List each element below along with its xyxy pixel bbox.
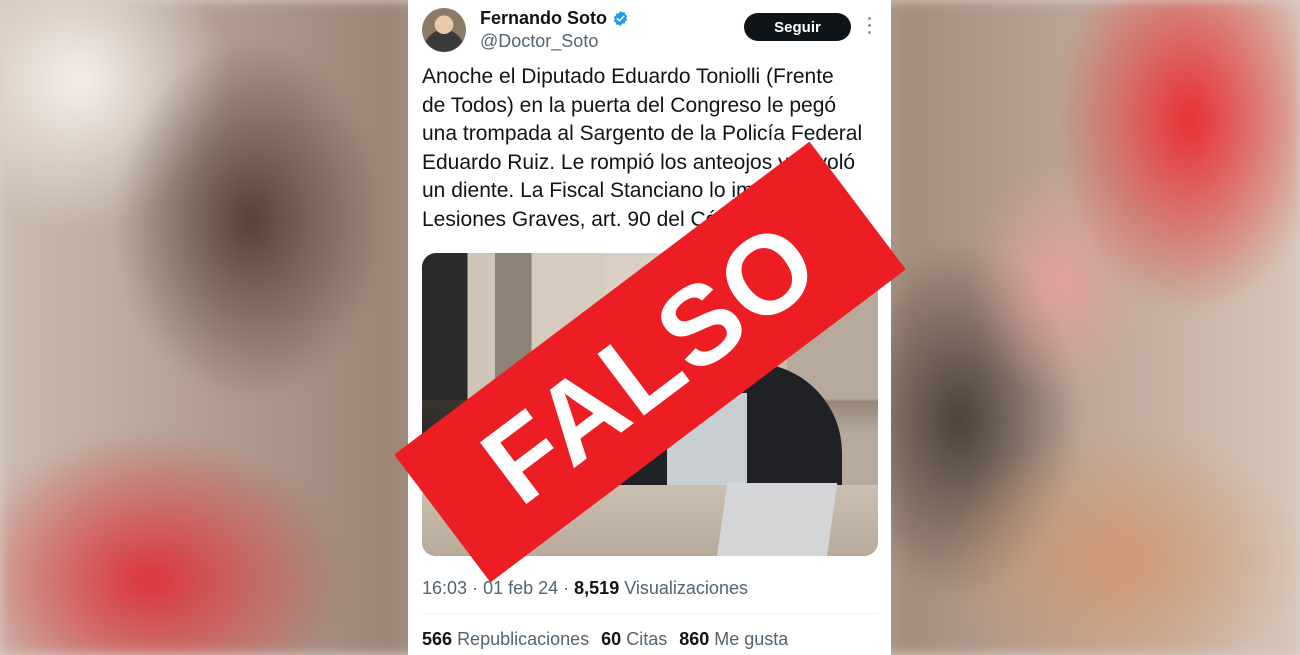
likes-label: Me gusta <box>714 629 789 649</box>
quotes-label: Citas <box>626 629 668 649</box>
follow-button[interactable]: Seguir <box>744 13 851 41</box>
verified-badge-icon <box>613 11 628 26</box>
reposts-label: Republicaciones <box>457 629 590 649</box>
tweet-time[interactable]: 16:03 <box>422 578 467 598</box>
quotes-count: 60 <box>601 629 622 649</box>
views-count: 8,519 <box>574 578 620 598</box>
reposts-stat[interactable]: 566 Republicaciones <box>422 629 589 650</box>
views-label: Visualizaciones <box>624 578 748 598</box>
more-options-icon[interactable] <box>866 17 872 37</box>
tweet-date[interactable]: 01 feb 24 <box>483 578 558 598</box>
divider <box>422 613 878 614</box>
author-name[interactable]: Fernando Soto <box>480 8 607 29</box>
tweet-meta: 16:03 · 01 feb 24 · 8,519 Visualizacione… <box>422 578 748 598</box>
likes-count: 860 <box>679 629 710 649</box>
avatar[interactable] <box>422 8 466 52</box>
photo-laptop <box>716 483 838 556</box>
reposts-count: 566 <box>422 629 453 649</box>
quotes-stat[interactable]: 60 Citas <box>601 629 667 650</box>
author-name-row: Fernando Soto <box>480 8 629 29</box>
engagement-stats: 566 Republicaciones 60 Citas 860 Me gust… <box>422 629 788 650</box>
author-handle[interactable]: @Doctor_Soto <box>480 31 598 52</box>
likes-stat[interactable]: 860 Me gusta <box>679 629 788 650</box>
